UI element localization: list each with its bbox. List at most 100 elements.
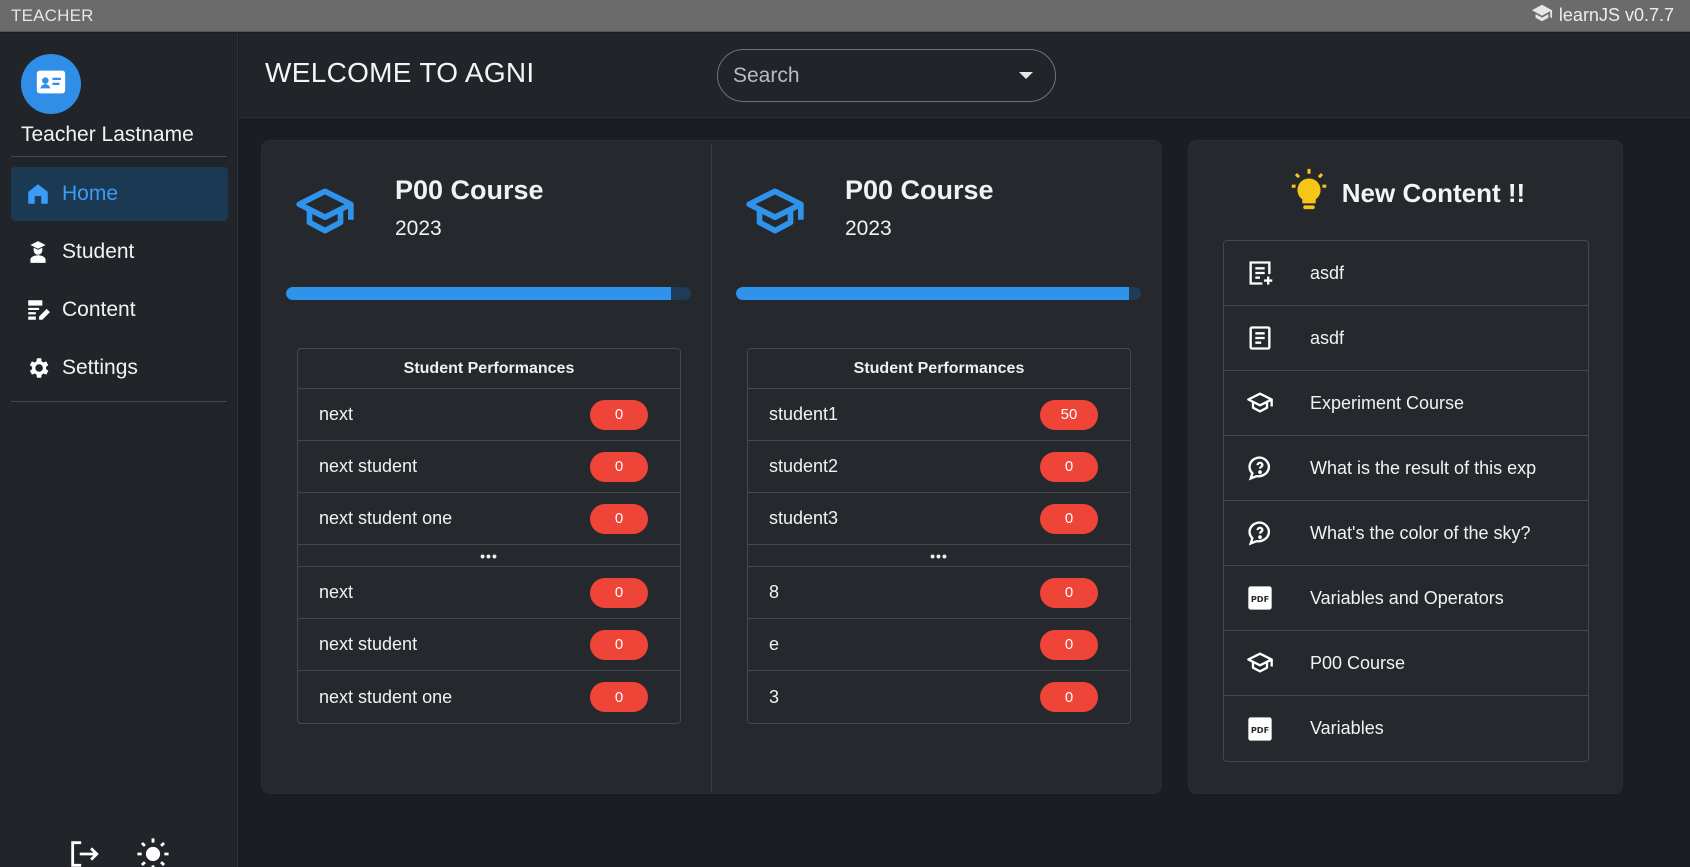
school-icon xyxy=(1246,649,1274,677)
student-name: 8 xyxy=(769,582,780,602)
score-badge: 0 xyxy=(590,577,648,608)
content-title: Variables xyxy=(1310,718,1384,738)
table-row[interactable]: 80 xyxy=(748,567,1130,619)
content-title: What's the color of the sky? xyxy=(1310,522,1531,543)
student-name: student3 xyxy=(769,508,839,528)
avatar[interactable] xyxy=(21,54,81,114)
student-name: next xyxy=(319,582,354,602)
score-badge: 50 xyxy=(1040,399,1098,430)
student-name: e xyxy=(769,634,780,654)
table-row[interactable]: e0 xyxy=(748,619,1130,671)
sidebar-item-label: Student xyxy=(62,240,135,263)
school-icon xyxy=(294,181,356,243)
school-icon xyxy=(1246,389,1274,417)
student-name: next student one xyxy=(319,508,453,528)
score-badge: 0 xyxy=(590,629,648,660)
theme-toggle-button[interactable] xyxy=(133,836,173,867)
content-title: What is the result of this exp xyxy=(1310,457,1537,478)
table-row[interactable]: next student one 0 xyxy=(298,671,680,723)
score-badge: 0 xyxy=(1040,451,1098,482)
course-card[interactable]: P00 Course 2023 Student Performances nex… xyxy=(262,141,708,793)
sidebar-item-settings[interactable]: Settings xyxy=(11,341,228,395)
search-dropdown[interactable]: Search xyxy=(717,49,1056,102)
pdf-icon: PDF xyxy=(1246,715,1274,743)
student-name: student2 xyxy=(769,456,839,476)
score-badge: 0 xyxy=(1040,629,1098,660)
logout-button[interactable] xyxy=(64,836,104,867)
list-item[interactable]: Experiment Course xyxy=(1224,371,1588,436)
school-icon xyxy=(744,181,806,243)
sidebar-item-label: Settings xyxy=(62,356,138,379)
course-year: 2023 xyxy=(395,217,442,240)
course-title: P00 Course xyxy=(395,175,544,205)
table-row[interactable]: student1 50 xyxy=(748,389,1130,441)
table-row[interactable]: student3 0 xyxy=(748,493,1130,545)
table-title: Student Performances xyxy=(298,349,680,389)
svg-text:PDF: PDF xyxy=(1251,725,1269,735)
new-content-title: New Content !! xyxy=(1341,178,1526,208)
progress-fill xyxy=(736,287,1129,300)
list-item[interactable]: What is the result of this exp xyxy=(1224,436,1588,501)
student-name: 3 xyxy=(769,686,780,707)
score-badge: 0 xyxy=(590,451,648,482)
list-item[interactable]: asdf xyxy=(1224,306,1588,371)
new-content-header: New Content !! xyxy=(1189,167,1622,220)
app-name: learnJS v0.7.7 xyxy=(1531,2,1674,29)
student-name: next student xyxy=(319,634,418,654)
chevron-down-icon[interactable] xyxy=(1019,72,1033,79)
course-progress-bar xyxy=(286,287,691,300)
table-row[interactable]: next student 0 xyxy=(298,441,680,493)
username: Teacher Lastname xyxy=(21,123,194,146)
student-name: student1 xyxy=(769,404,839,424)
sun-icon xyxy=(136,837,170,867)
note-add-icon xyxy=(1246,259,1274,287)
article-icon xyxy=(1246,324,1274,352)
ellipsis-separator: ••• xyxy=(748,545,1130,567)
sidebar-item-student[interactable]: Student xyxy=(11,225,228,279)
content-title: P00 Course xyxy=(1310,652,1406,673)
score-badge: 0 xyxy=(1040,682,1098,712)
table-row[interactable]: next 0 xyxy=(298,389,680,441)
performance-table: Student Performances student1 50 student2… xyxy=(747,348,1131,724)
sidebar-item-content[interactable]: Content xyxy=(11,283,228,337)
graduation-cap-icon xyxy=(1531,2,1553,29)
content-title: asdf xyxy=(1310,327,1345,348)
student-name: next student one xyxy=(319,686,453,707)
sidebar-item-label: Content xyxy=(62,298,136,321)
table-row[interactable]: next student 0 xyxy=(298,619,680,671)
new-content-panel: New Content !! asdf asdf Experiment Cour… xyxy=(1189,141,1622,793)
content-title: Experiment Course xyxy=(1310,392,1465,413)
performance-table: Student Performances next 0 next student 0… xyxy=(297,348,681,724)
score-badge: 0 xyxy=(590,503,648,534)
list-item[interactable]: What's the color of the sky? xyxy=(1224,501,1588,566)
student-icon xyxy=(24,238,52,266)
id-card-icon xyxy=(34,65,68,104)
course-card[interactable]: P00 Course 2023 Student Performances stu… xyxy=(712,141,1158,793)
table-row[interactable]: student2 0 xyxy=(748,441,1130,493)
app-name-text: learnJS v0.7.7 xyxy=(1558,5,1674,25)
score-badge: 0 xyxy=(1040,577,1098,608)
courses-panel: P00 Course 2023 Student Performances nex… xyxy=(262,141,1161,793)
logout-icon xyxy=(67,837,101,867)
sidebar: Teacher Lastname Home Student Content Se… xyxy=(0,33,238,867)
page-title: WELCOME TO AGNI xyxy=(265,57,535,88)
top-bar: WELCOME TO AGNI Search xyxy=(239,33,1690,118)
progress-fill xyxy=(286,287,671,300)
content-title: asdf xyxy=(1310,262,1345,283)
sidebar-divider-bottom xyxy=(11,401,227,402)
search-input[interactable]: Search xyxy=(733,64,800,88)
table-row[interactable]: next 0 xyxy=(298,567,680,619)
list-item[interactable]: PDF Variables and Operators xyxy=(1224,566,1588,631)
list-item[interactable]: P00 Course xyxy=(1224,631,1588,696)
table-row[interactable]: next student one 0 xyxy=(298,493,680,545)
gear-icon xyxy=(24,354,52,382)
course-year: 2023 xyxy=(845,217,892,240)
sidebar-item-home[interactable]: Home xyxy=(11,167,228,221)
lightbulb-icon xyxy=(1286,167,1332,220)
sidebar-item-label: Home xyxy=(62,182,119,205)
table-row[interactable]: 30 xyxy=(748,671,1130,723)
title-bar: TEACHER learnJS v0.7.7 xyxy=(0,0,1690,32)
pdf-icon: PDF xyxy=(1246,584,1274,612)
list-item[interactable]: asdf xyxy=(1224,241,1588,306)
list-item[interactable]: PDF Variables xyxy=(1224,696,1588,761)
